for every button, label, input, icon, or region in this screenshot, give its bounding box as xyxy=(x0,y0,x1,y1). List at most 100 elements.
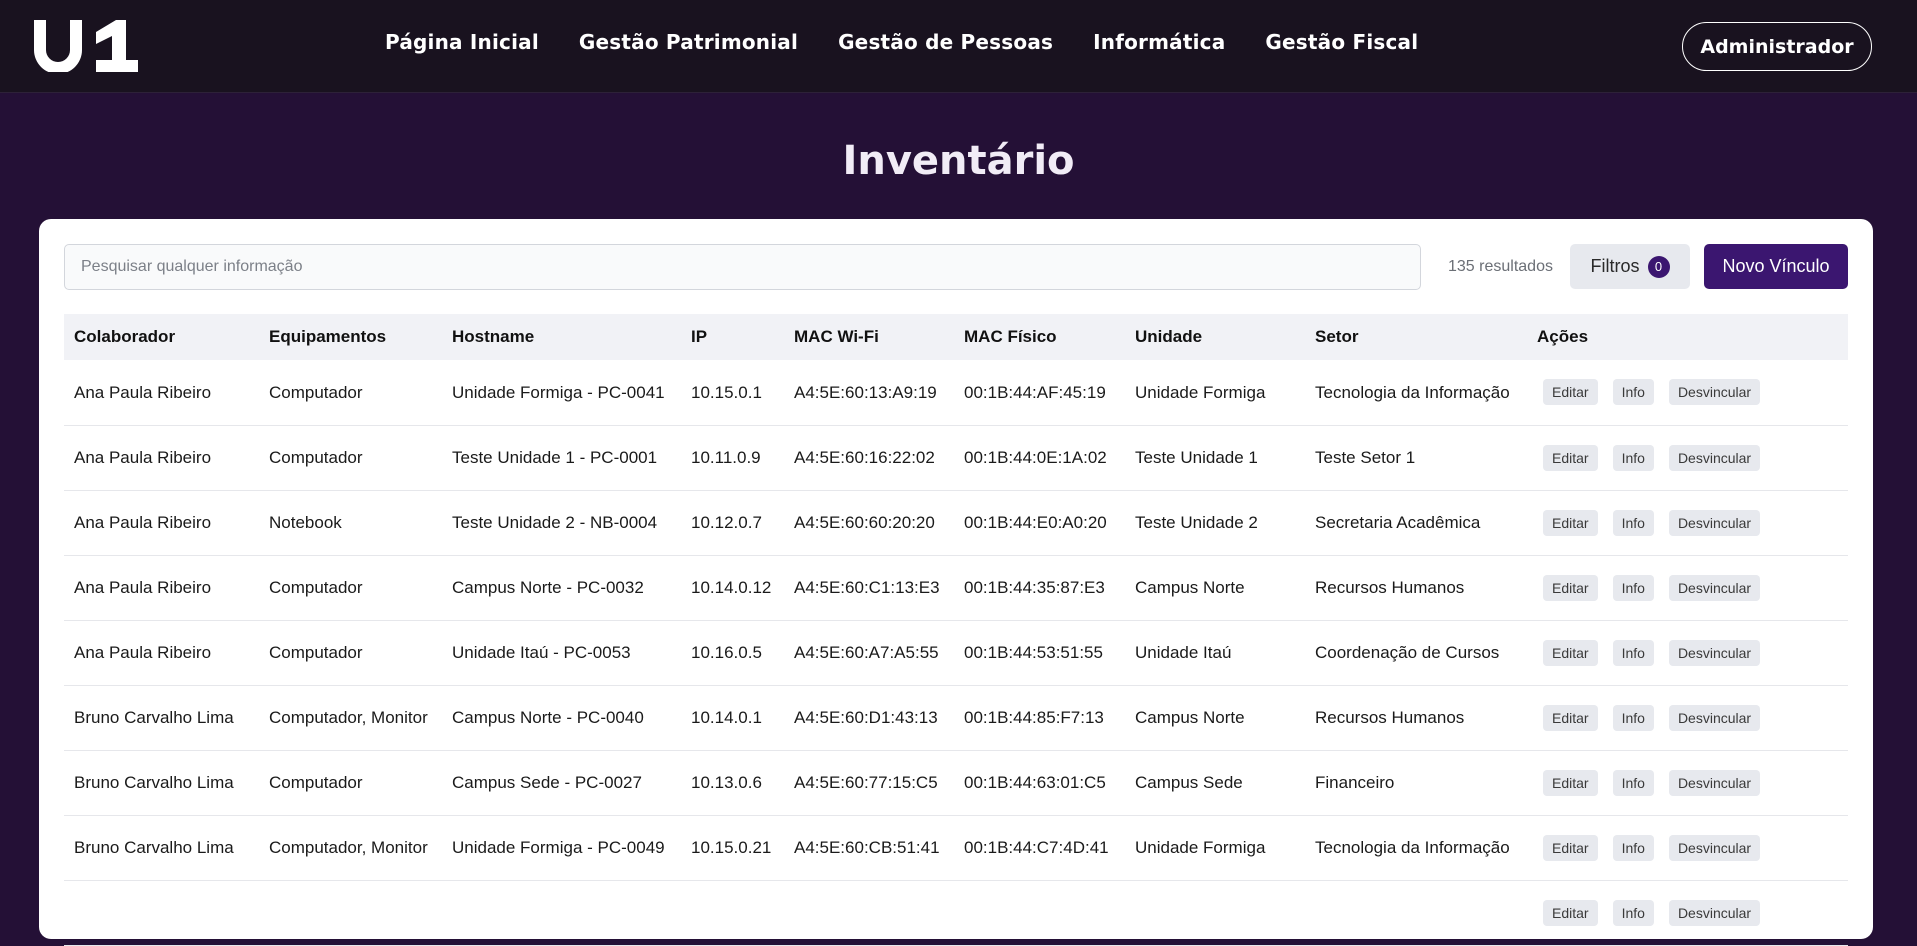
table-row: Ana Paula Ribeiro Computador Campus Norte … xyxy=(64,555,1848,621)
col-header-mac-wifi[interactable]: MAC Wi-Fi xyxy=(784,314,954,360)
cell-actions: Editar Info Desvincular xyxy=(1527,620,1848,686)
edit-button[interactable]: Editar xyxy=(1543,899,1598,926)
nav-gestao-fiscal[interactable]: Gestão Fiscal xyxy=(1265,30,1418,54)
info-button[interactable]: Info xyxy=(1612,639,1654,666)
cell-unidade: Unidade Formiga xyxy=(1125,360,1305,426)
cell-mac-wifi: A4:5E:60:77:15:C5 xyxy=(784,750,954,816)
cell-unidade: Campus Norte xyxy=(1125,685,1305,751)
table-row: Bruno Carvalho Lima Computador Campus Sede… xyxy=(64,750,1848,816)
edit-button[interactable]: Editar xyxy=(1543,834,1598,861)
cell-mac-wifi: A4:5E:60:D1:43:13 xyxy=(784,685,954,751)
cell-equipamentos: Computador xyxy=(259,425,442,491)
cell-equipamentos: Computador xyxy=(259,360,442,426)
nav-pagina-inicial[interactable]: Página Inicial xyxy=(385,30,539,54)
top-navbar: Página Inicial Gestão Patrimonial Gestão… xyxy=(0,0,1917,93)
cell-ip: 10.12.0.7 xyxy=(681,490,784,556)
info-button[interactable]: Info xyxy=(1612,574,1654,601)
cell-hostname: Unidade Formiga - PC-0041 xyxy=(442,360,681,426)
col-header-ip[interactable]: IP xyxy=(681,314,784,360)
unlink-button[interactable]: Desvincular xyxy=(1668,574,1761,601)
cell-hostname: Teste Unidade 2 - NB-0004 xyxy=(442,490,681,556)
cell-mac-wifi: A4:5E:60:16:22:02 xyxy=(784,425,954,491)
unlink-button[interactable]: Desvincular xyxy=(1668,444,1761,471)
cell-unidade: Teste Unidade 1 xyxy=(1125,425,1305,491)
cell-unidade xyxy=(1125,880,1305,946)
cell-setor: Secretaria Acadêmica xyxy=(1305,490,1527,556)
search-input[interactable] xyxy=(64,244,1421,290)
cell-unidade: Teste Unidade 2 xyxy=(1125,490,1305,556)
edit-button[interactable]: Editar xyxy=(1543,444,1598,471)
cell-mac-wifi: A4:5E:60:A7:A5:55 xyxy=(784,620,954,686)
edit-button[interactable]: Editar xyxy=(1543,704,1598,731)
cell-equipamentos: Computador xyxy=(259,750,442,816)
inventory-card: 135 resultados Filtros 0 Novo Vínculo Co… xyxy=(39,219,1873,946)
main-nav: Página Inicial Gestão Patrimonial Gestão… xyxy=(385,30,1418,54)
cell-actions: Editar Info Desvincular xyxy=(1527,815,1848,881)
cell-unidade: Unidade Formiga xyxy=(1125,815,1305,881)
table-header-row: Colaborador Equipamentos Hostname IP MAC… xyxy=(64,314,1848,360)
edit-button[interactable]: Editar xyxy=(1543,769,1598,796)
info-button[interactable]: Info xyxy=(1612,509,1654,536)
info-button[interactable]: Info xyxy=(1612,379,1654,406)
col-header-equipamentos[interactable]: Equipamentos xyxy=(259,314,442,360)
cell-hostname: Campus Norte - PC-0032 xyxy=(442,555,681,621)
edit-button[interactable]: Editar xyxy=(1543,639,1598,666)
col-header-hostname[interactable]: Hostname xyxy=(442,314,681,360)
edit-button[interactable]: Editar xyxy=(1543,574,1598,601)
col-header-colaborador[interactable]: Colaborador xyxy=(64,314,259,360)
cell-colaborador: Ana Paula Ribeiro xyxy=(64,425,259,491)
cell-colaborador: Ana Paula Ribeiro xyxy=(64,555,259,621)
cell-setor: Coordenação de Cursos xyxy=(1305,620,1527,686)
cell-setor: Financeiro xyxy=(1305,750,1527,816)
cell-ip: 10.14.0.12 xyxy=(681,555,784,621)
cell-mac-wifi: A4:5E:60:CB:51:41 xyxy=(784,815,954,881)
unlink-button[interactable]: Desvincular xyxy=(1668,379,1761,406)
info-button[interactable]: Info xyxy=(1612,444,1654,471)
info-button[interactable]: Info xyxy=(1612,769,1654,796)
cell-hostname xyxy=(442,880,681,946)
cell-equipamentos: Notebook xyxy=(259,490,442,556)
cell-setor: Tecnologia da Informação xyxy=(1305,360,1527,426)
cell-actions: Editar Info Desvincular xyxy=(1527,750,1848,816)
cell-ip: 10.11.0.9 xyxy=(681,425,784,491)
info-button[interactable]: Info xyxy=(1612,834,1654,861)
cell-actions: Editar Info Desvincular xyxy=(1527,555,1848,621)
cell-actions: Editar Info Desvincular xyxy=(1527,425,1848,491)
unlink-button[interactable]: Desvincular xyxy=(1668,899,1761,926)
cell-actions: Editar Info Desvincular xyxy=(1527,880,1848,946)
col-header-unidade[interactable]: Unidade xyxy=(1125,314,1305,360)
unlink-button[interactable]: Desvincular xyxy=(1668,509,1761,536)
cell-ip: 10.15.0.1 xyxy=(681,360,784,426)
cell-hostname: Campus Norte - PC-0040 xyxy=(442,685,681,751)
cell-unidade: Unidade Itaú xyxy=(1125,620,1305,686)
new-link-button[interactable]: Novo Vínculo xyxy=(1704,244,1848,289)
unlink-button[interactable]: Desvincular xyxy=(1668,834,1761,861)
cell-hostname: Teste Unidade 1 - PC-0001 xyxy=(442,425,681,491)
unlink-button[interactable]: Desvincular xyxy=(1668,769,1761,796)
u1-logo[interactable] xyxy=(34,20,138,72)
cell-hostname: Unidade Itaú - PC-0053 xyxy=(442,620,681,686)
filters-button[interactable]: Filtros 0 xyxy=(1570,244,1690,289)
col-header-mac-fisico[interactable]: MAC Físico xyxy=(954,314,1125,360)
nav-informatica[interactable]: Informática xyxy=(1093,30,1225,54)
cell-mac-fisico: 00:1B:44:85:F7:13 xyxy=(954,685,1125,751)
cell-unidade: Campus Norte xyxy=(1125,555,1305,621)
user-menu-button[interactable]: Administrador xyxy=(1682,22,1872,71)
cell-mac-fisico: 00:1B:44:E0:A0:20 xyxy=(954,490,1125,556)
unlink-button[interactable]: Desvincular xyxy=(1668,639,1761,666)
unlink-button[interactable]: Desvincular xyxy=(1668,704,1761,731)
cell-setor: Recursos Humanos xyxy=(1305,555,1527,621)
col-header-setor[interactable]: Setor xyxy=(1305,314,1527,360)
cell-colaborador: Bruno Carvalho Lima xyxy=(64,685,259,751)
cell-mac-fisico: 00:1B:44:AF:45:19 xyxy=(954,360,1125,426)
nav-gestao-de-pessoas[interactable]: Gestão de Pessoas xyxy=(838,30,1053,54)
cell-actions: Editar Info Desvincular xyxy=(1527,685,1848,751)
cell-equipamentos: Computador, Monitor xyxy=(259,815,442,881)
nav-gestao-patrimonial[interactable]: Gestão Patrimonial xyxy=(579,30,798,54)
cell-ip: 10.14.0.1 xyxy=(681,685,784,751)
cell-setor xyxy=(1305,880,1527,946)
edit-button[interactable]: Editar xyxy=(1543,379,1598,406)
edit-button[interactable]: Editar xyxy=(1543,509,1598,536)
info-button[interactable]: Info xyxy=(1612,899,1654,926)
info-button[interactable]: Info xyxy=(1612,704,1654,731)
